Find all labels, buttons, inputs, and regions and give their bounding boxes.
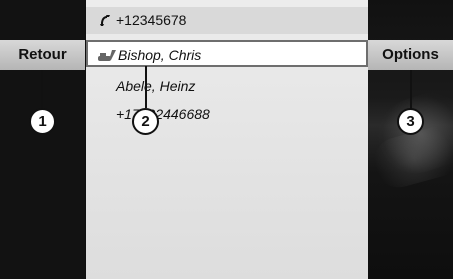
phone-number-text: +12345678 <box>116 12 187 28</box>
contact-list: +12345678 Bishop, Chris Abele, Heinz +17… <box>86 0 368 279</box>
list-item[interactable]: Abele, Heinz <box>86 73 368 100</box>
callout-3-line <box>410 70 412 109</box>
left-panel: Retour <box>0 0 85 279</box>
pen-phone-icon <box>97 42 119 69</box>
contact-name: Abele, Heinz <box>116 78 196 94</box>
contact-name: Bishop, Chris <box>118 47 202 63</box>
right-panel: Options <box>368 0 453 279</box>
phone-handset-icon <box>95 7 117 34</box>
callout-3: 3 <box>397 108 424 135</box>
callout-1: 1 <box>29 108 56 135</box>
options-button[interactable]: Options <box>368 40 453 70</box>
retour-button[interactable]: Retour <box>0 40 85 70</box>
callout-1-line <box>41 70 43 109</box>
list-item-selected[interactable]: Bishop, Chris <box>86 40 368 67</box>
contact-number: +17822446688 <box>116 106 210 122</box>
callout-2-line <box>145 66 147 108</box>
callout-2: 2 <box>132 108 159 135</box>
phone-number-header[interactable]: +12345678 <box>86 7 368 34</box>
list-item[interactable]: +17822446688 <box>86 101 368 128</box>
